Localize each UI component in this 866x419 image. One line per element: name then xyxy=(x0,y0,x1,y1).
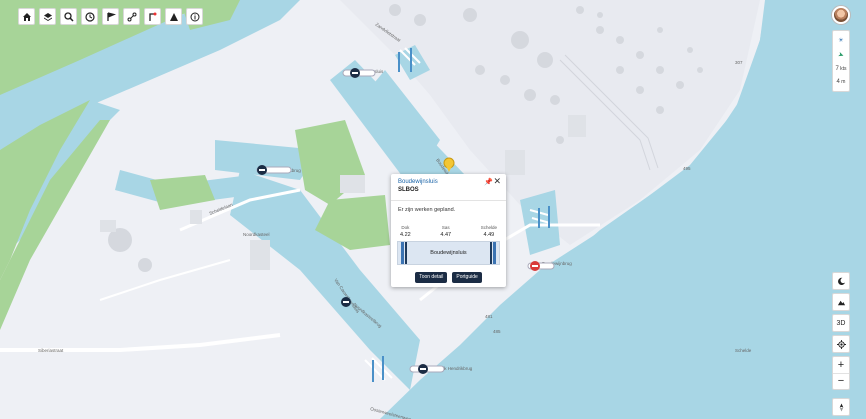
temperature-icon: ☀ xyxy=(838,37,844,44)
berth-button[interactable] xyxy=(102,8,119,25)
bridge-marker-closed[interactable] xyxy=(527,261,555,271)
locate-button[interactable] xyxy=(832,335,850,353)
bridge-marker[interactable] xyxy=(256,165,292,175)
portguide-button[interactable]: Portguide xyxy=(452,272,482,283)
stat-sas: Sas 4.47 xyxy=(440,225,452,238)
bridge-marker[interactable] xyxy=(342,68,376,78)
map-label: Schelde xyxy=(735,348,752,353)
divider xyxy=(391,200,506,201)
mountain-icon xyxy=(837,300,845,305)
history-button[interactable] xyxy=(81,8,98,25)
triangle-icon xyxy=(169,12,178,21)
stat-dok: Dok 4.22 xyxy=(400,225,411,238)
route-button[interactable] xyxy=(123,8,140,25)
terrain-button[interactable] xyxy=(832,293,850,311)
popup-actions: Toon detail Portguide xyxy=(391,272,506,283)
bridge-marker[interactable] xyxy=(409,364,445,374)
clock-icon xyxy=(84,11,95,22)
wind-speed: 7 kts xyxy=(835,66,847,73)
home-button[interactable] xyxy=(18,8,35,25)
water-levels: Dok 4.22 Sas 4.47 Schelde 4.49 xyxy=(397,225,500,238)
search-icon xyxy=(63,11,74,22)
lock-popup: Boudewijnsluis SLBOS 📌 ✕ Er zijn werken … xyxy=(391,174,506,287)
crosshair-icon xyxy=(836,339,846,349)
wind-direction-icon: ➤ xyxy=(836,51,845,60)
info-button[interactable] xyxy=(186,8,203,25)
stat-schelde: Schelde 4.49 xyxy=(480,225,497,238)
map-label: Siberiastraat xyxy=(38,348,64,353)
weather-widget[interactable]: ☀ ➤ 7 kts 4 m xyxy=(832,30,850,92)
show-detail-button[interactable]: Toon detail xyxy=(415,272,448,283)
home-icon xyxy=(22,12,31,21)
flag-icon xyxy=(106,11,116,21)
water-level: 4 m xyxy=(836,79,846,86)
compass-icon xyxy=(839,402,843,412)
layers-button[interactable] xyxy=(39,8,56,25)
ruler-icon xyxy=(148,12,156,21)
map-label: Noordkasteel xyxy=(243,232,270,237)
map-label: 485 xyxy=(493,329,501,334)
works-notice: Er zijn werken gepland. xyxy=(398,207,456,213)
pin-icon[interactable]: 📌 xyxy=(484,178,493,186)
popup-code: SLBOS xyxy=(398,187,419,193)
measure-button[interactable] xyxy=(144,8,161,25)
warning-button[interactable] xyxy=(165,8,182,25)
map-label: 307 xyxy=(735,60,743,65)
map-toolbar xyxy=(18,8,203,25)
map-label: 495 xyxy=(683,166,691,171)
map-label: 481 xyxy=(485,314,493,319)
info-icon xyxy=(190,12,199,21)
close-icon[interactable]: ✕ xyxy=(493,176,501,187)
zoom-control: + − xyxy=(832,356,850,390)
moon-icon xyxy=(837,277,845,285)
compass-button[interactable] xyxy=(832,398,850,416)
route-icon xyxy=(127,12,136,21)
lock-diagram: Boudewijnsluis xyxy=(397,241,500,265)
zoom-out-button[interactable]: − xyxy=(833,372,849,390)
dark-mode-button[interactable] xyxy=(832,272,850,290)
bridge-marker[interactable] xyxy=(341,297,351,307)
layers-icon xyxy=(43,12,52,21)
search-button[interactable] xyxy=(60,8,77,25)
user-avatar[interactable] xyxy=(832,6,850,24)
lock-diagram-label: Boudewijnsluis xyxy=(430,250,467,256)
view-3d-button[interactable]: 3D xyxy=(832,314,850,332)
zoom-in-button[interactable]: + xyxy=(833,357,849,373)
